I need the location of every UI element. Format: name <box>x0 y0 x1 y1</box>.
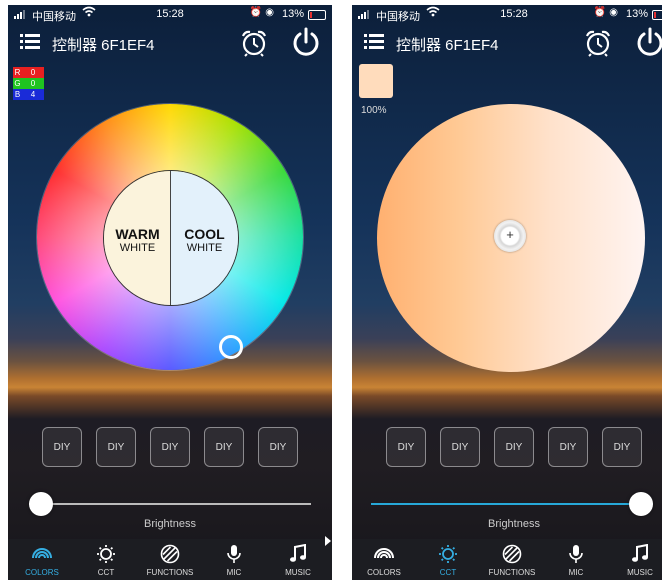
red-label: R <box>14 68 21 77</box>
cool-white-label: WHITE <box>186 242 223 254</box>
white-toggle: WARM WHITE COOL WHITE <box>103 170 239 306</box>
music-note-icon <box>290 544 306 562</box>
toggle-divider <box>170 171 171 305</box>
diy-button-1[interactable]: DIY <box>42 427 82 467</box>
rainbow-icon <box>32 548 52 559</box>
tab-functions-label: FUNCTIONS <box>488 568 536 577</box>
brightness-label: Brightness <box>144 518 196 530</box>
alarm-clock-icon[interactable] <box>584 29 612 57</box>
blue-value: 4 <box>30 90 36 99</box>
warm-white-button[interactable]: WARM WHITE <box>104 171 171 305</box>
color-preview-swatch <box>359 64 393 98</box>
cct-screen: 中国移动 15:28 ⏰ ◉ 13% 控制器 6F1EF4 100% + DIY… <box>352 5 662 580</box>
striped-ball-icon <box>502 544 522 564</box>
tab-cct[interactable]: CCT <box>418 539 478 580</box>
swatch-percent: 100% <box>361 105 387 116</box>
brightness-slider-handle[interactable] <box>29 492 53 516</box>
rotation-lock-icon: ◉ <box>609 7 618 18</box>
tab-colors[interactable]: COLORS <box>12 539 72 580</box>
tab-music-label: MUSIC <box>285 568 311 577</box>
list-icon[interactable] <box>364 33 384 51</box>
power-icon[interactable] <box>635 27 662 57</box>
alarm-clock-icon[interactable] <box>240 29 268 57</box>
cct-selector-handle[interactable]: + <box>494 220 526 252</box>
list-icon[interactable] <box>20 33 40 51</box>
tab-music[interactable]: MUSIC <box>610 539 662 580</box>
diy-buttons: DIY DIY DIY DIY DIY <box>42 427 302 467</box>
rainbow-icon <box>374 548 394 559</box>
alarm-status-icon: ⏰ <box>249 7 262 18</box>
red-value: 0 <box>30 68 36 77</box>
battery-percent: 13% <box>625 8 648 20</box>
diy-button-4[interactable]: DIY <box>204 427 244 467</box>
tab-bar: COLORS CCT FUNCTIONS MIC MUSIC <box>8 539 332 580</box>
tab-colors-label: COLORS <box>367 568 401 577</box>
app-header: 控制器 6F1EF4 <box>8 25 332 63</box>
diy-button-4[interactable]: DIY <box>548 427 588 467</box>
warm-white-label: WHITE <box>119 242 156 254</box>
diy-button-3[interactable]: DIY <box>494 427 534 467</box>
battery-icon <box>652 10 662 20</box>
battery-percent: 13% <box>281 8 304 20</box>
status-bar: 中国移动 15:28 ⏰ ◉ 13% <box>8 5 332 25</box>
alarm-status-icon: ⏰ <box>593 7 606 18</box>
power-icon[interactable] <box>291 27 321 57</box>
sun-icon <box>97 545 115 563</box>
color-selector-handle[interactable] <box>219 335 243 359</box>
rotation-lock-icon: ◉ <box>265 7 274 18</box>
tab-cct-label: CCT <box>439 568 457 577</box>
music-note-icon <box>632 544 648 562</box>
tab-functions[interactable]: FUNCTIONS <box>482 539 542 580</box>
diy-button-2[interactable]: DIY <box>440 427 480 467</box>
tab-functions[interactable]: FUNCTIONS <box>140 539 200 580</box>
diy-buttons: DIY DIY DIY DIY DIY <box>386 427 646 467</box>
colors-screen: 中国移动 15:28 ⏰ ◉ 13% 控制器 6F1EF4 R0 G0 B 4 … <box>8 5 332 580</box>
tab-mic[interactable]: MIC <box>546 539 606 580</box>
brightness-slider-track[interactable] <box>29 503 311 505</box>
tab-mic-label: MIC <box>226 568 242 577</box>
blue-label: B <box>14 90 21 99</box>
tab-cct[interactable]: CCT <box>76 539 136 580</box>
tab-colors[interactable]: COLORS <box>354 539 414 580</box>
app-header: 控制器 6F1EF4 <box>352 25 662 63</box>
microphone-icon <box>569 545 583 563</box>
tab-cct-label: CCT <box>97 568 115 577</box>
diy-button-1[interactable]: DIY <box>386 427 426 467</box>
crosshair-icon: + <box>506 227 514 242</box>
tab-colors-label: COLORS <box>25 568 59 577</box>
sun-icon <box>439 545 457 563</box>
brightness-slider-handle[interactable] <box>629 492 653 516</box>
tab-mic[interactable]: MIC <box>204 539 264 580</box>
tab-mic-label: MIC <box>568 568 584 577</box>
green-value: 0 <box>30 79 36 88</box>
tab-functions-label: FUNCTIONS <box>146 568 194 577</box>
controller-title: 控制器 6F1EF4 <box>52 37 155 54</box>
diy-button-2[interactable]: DIY <box>96 427 136 467</box>
warm-label: WARM <box>115 226 160 242</box>
tab-music-label: MUSIC <box>627 568 653 577</box>
cool-white-button[interactable]: COOL WHITE <box>171 171 238 305</box>
brightness-slider-track[interactable] <box>371 503 653 505</box>
diy-button-3[interactable]: DIY <box>150 427 190 467</box>
controller-title: 控制器 6F1EF4 <box>396 37 499 54</box>
tab-bar: COLORS CCT FUNCTIONS MIC MUSIC <box>352 539 662 580</box>
diy-button-5[interactable]: DIY <box>258 427 298 467</box>
brightness-label: Brightness <box>488 518 540 530</box>
tab-music[interactable]: MUSIC <box>268 539 328 580</box>
rgb-values-panel: R0 G0 B4 <box>13 67 44 100</box>
cool-label: COOL <box>184 226 225 242</box>
green-label: G <box>14 79 21 88</box>
diy-button-5[interactable]: DIY <box>602 427 642 467</box>
microphone-icon <box>227 545 241 563</box>
battery-icon <box>308 10 326 20</box>
striped-ball-icon <box>160 544 180 564</box>
status-bar: 中国移动 15:28 ⏰ ◉ 13% <box>352 5 662 25</box>
tab-scroll-arrow-icon[interactable] <box>325 536 331 546</box>
